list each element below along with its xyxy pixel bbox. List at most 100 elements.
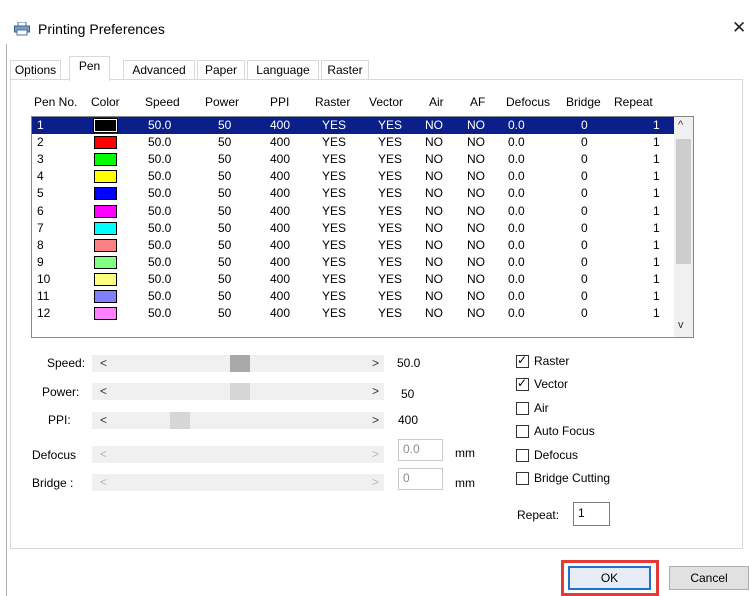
- pen-cell-bridge: 0: [581, 135, 588, 150]
- scrollbar-thumb[interactable]: [676, 139, 691, 264]
- pen-row[interactable]: 9 50.0 50 400 YES YES NO NO 0.0 0 1: [32, 254, 674, 271]
- pen-cell-air: NO: [425, 169, 443, 184]
- pen-cell-power: 50: [218, 289, 232, 303]
- power-slider[interactable]: < >: [92, 383, 384, 400]
- pen-color-swatch: [94, 187, 117, 201]
- pen-cell-raster: YES: [322, 237, 347, 252]
- column-header-defocus: Defocus: [506, 95, 551, 109]
- bridge-value-field[interactable]: 0: [398, 468, 443, 490]
- speed-slider[interactable]: < >: [92, 355, 384, 372]
- pen-cell-ppi: 400: [270, 271, 291, 286]
- power-increase-icon[interactable]: >: [372, 384, 379, 398]
- tab-advanced[interactable]: Advanced: [123, 60, 195, 80]
- repeat-label: Repeat:: [517, 508, 560, 522]
- ok-button[interactable]: OK: [568, 566, 651, 590]
- pen-cell-vector: YES: [378, 203, 403, 218]
- pen-list[interactable]: ^ v 1 50.0 50 400 YES YES NO NO 0.0 0 1 2 50.0 50 400 Y…: [31, 116, 694, 338]
- scroll-down-icon[interactable]: v: [678, 319, 684, 331]
- bridge-cutting-checkbox-label: Bridge Cutting: [534, 471, 611, 485]
- defocus-value-field[interactable]: 0.0: [398, 439, 443, 461]
- ppi-increase-icon[interactable]: >: [372, 413, 379, 427]
- speed-increase-icon[interactable]: >: [372, 356, 379, 370]
- pen-row[interactable]: 10 50.0 50 400 YES YES NO NO 0.0 0 1: [32, 271, 674, 288]
- pen-cell-raster: YES: [322, 186, 347, 201]
- column-header-af: AF: [470, 95, 486, 109]
- tab-language[interactable]: Language: [247, 60, 319, 80]
- list-vertical-scrollbar[interactable]: ^ v: [674, 117, 693, 337]
- pen-color-swatch: [94, 204, 117, 218]
- pen-cell-air: NO: [425, 306, 443, 321]
- pen-cell-raster: YES: [322, 118, 347, 132]
- pen-cell-af: NO: [467, 135, 485, 150]
- pen-cell-air: NO: [425, 118, 443, 132]
- power-decrease-icon[interactable]: <: [100, 384, 107, 398]
- pen-cell-speed: 50.0: [148, 306, 172, 321]
- pen-cell-af: NO: [467, 271, 485, 286]
- scroll-up-icon[interactable]: ^: [678, 119, 683, 131]
- pen-cell-pen: 10: [37, 271, 51, 286]
- pen-row[interactable]: 6 50.0 50 400 YES YES NO NO 0.0 0 1: [32, 203, 674, 220]
- speed-slider-thumb[interactable]: [230, 355, 250, 372]
- pen-cell-af: NO: [467, 152, 485, 167]
- ppi-slider[interactable]: < >: [92, 412, 384, 429]
- repeat-input[interactable]: 1: [573, 502, 610, 526]
- pen-cell-defocus: 0.0: [508, 271, 525, 286]
- pen-cell-repeat: 1: [653, 306, 660, 321]
- pen-row[interactable]: 7 50.0 50 400 YES YES NO NO 0.0 0 1: [32, 220, 674, 237]
- tab-paper[interactable]: Paper: [197, 60, 245, 80]
- pen-cell-defocus: 0.0: [508, 237, 525, 252]
- pen-cell-speed: 50.0: [148, 203, 172, 218]
- bridge-decrease-icon[interactable]: <: [100, 475, 107, 489]
- ppi-slider-thumb[interactable]: [170, 412, 190, 429]
- pen-cell-speed: 50.0: [148, 220, 172, 235]
- ppi-decrease-icon[interactable]: <: [100, 413, 107, 427]
- pen-cell-repeat: 1: [653, 135, 660, 150]
- pen-cell-speed: 50.0: [148, 152, 172, 167]
- close-icon[interactable]: ✕: [732, 18, 746, 38]
- defocus-decrease-icon[interactable]: <: [100, 447, 107, 461]
- pen-cell-ppi: 400: [270, 135, 291, 150]
- pen-row[interactable]: 11 50.0 50 400 YES YES NO NO 0.0 0 1: [32, 288, 674, 305]
- speed-label: Speed:: [47, 356, 86, 370]
- pen-cell-repeat: 1: [653, 271, 660, 286]
- tab-options[interactable]: Options: [10, 60, 61, 80]
- pen-cell-defocus: 0.0: [508, 118, 525, 132]
- power-slider-thumb[interactable]: [230, 383, 250, 400]
- pen-cell-af: NO: [467, 289, 485, 303]
- pen-row[interactable]: 5 50.0 50 400 YES YES NO NO 0.0 0 1: [32, 185, 674, 202]
- column-header-speed: Speed: [145, 95, 180, 109]
- pen-cell-bridge: 0: [581, 237, 588, 252]
- cancel-button[interactable]: Cancel: [669, 566, 749, 590]
- bridge-increase-icon[interactable]: >: [372, 475, 379, 489]
- pen-row[interactable]: 4 50.0 50 400 YES YES NO NO 0.0 0 1: [32, 168, 674, 185]
- column-header-vector: Vector: [369, 95, 404, 109]
- pen-row[interactable]: 3 50.0 50 400 YES YES NO NO 0.0 0 1: [32, 151, 674, 168]
- pen-row[interactable]: 12 50.0 50 400 YES YES NO NO 0.0 0 1: [32, 305, 674, 322]
- defocus-slider[interactable]: < >: [92, 446, 384, 463]
- pen-row[interactable]: 8 50.0 50 400 YES YES NO NO 0.0 0 1: [32, 237, 674, 254]
- tab-raster[interactable]: Raster: [321, 60, 369, 80]
- bridge-slider[interactable]: < >: [92, 474, 384, 491]
- pen-cell-speed: 50.0: [148, 254, 172, 269]
- check-icon: ✓: [517, 353, 528, 367]
- pen-cell-air: NO: [425, 152, 443, 167]
- pen-row[interactable]: 1 50.0 50 400 YES YES NO NO 0.0 0 1: [32, 117, 674, 134]
- pen-cell-air: NO: [425, 186, 443, 201]
- pen-color-swatch: [94, 153, 117, 167]
- pen-cell-repeat: 1: [653, 152, 660, 167]
- pen-cell-af: NO: [467, 186, 485, 201]
- pen-cell-defocus: 0.0: [508, 289, 525, 303]
- pen-color-swatch: [94, 136, 117, 150]
- pen-cell-defocus: 0.0: [508, 203, 525, 218]
- pen-row[interactable]: 2 50.0 50 400 YES YES NO NO 0.0 0 1: [32, 134, 674, 151]
- speed-decrease-icon[interactable]: <: [100, 356, 107, 370]
- tab-pen[interactable]: Pen: [69, 56, 110, 81]
- pen-cell-power: 50: [218, 135, 232, 150]
- pen-cell-repeat: 1: [653, 186, 660, 201]
- pen-cell-bridge: 0: [581, 152, 588, 167]
- defocus-unit: mm: [455, 446, 475, 460]
- pen-cell-vector: YES: [378, 152, 403, 167]
- pen-cell-power: 50: [218, 306, 232, 321]
- defocus-increase-icon[interactable]: >: [372, 447, 379, 461]
- pen-cell-af: NO: [467, 237, 485, 252]
